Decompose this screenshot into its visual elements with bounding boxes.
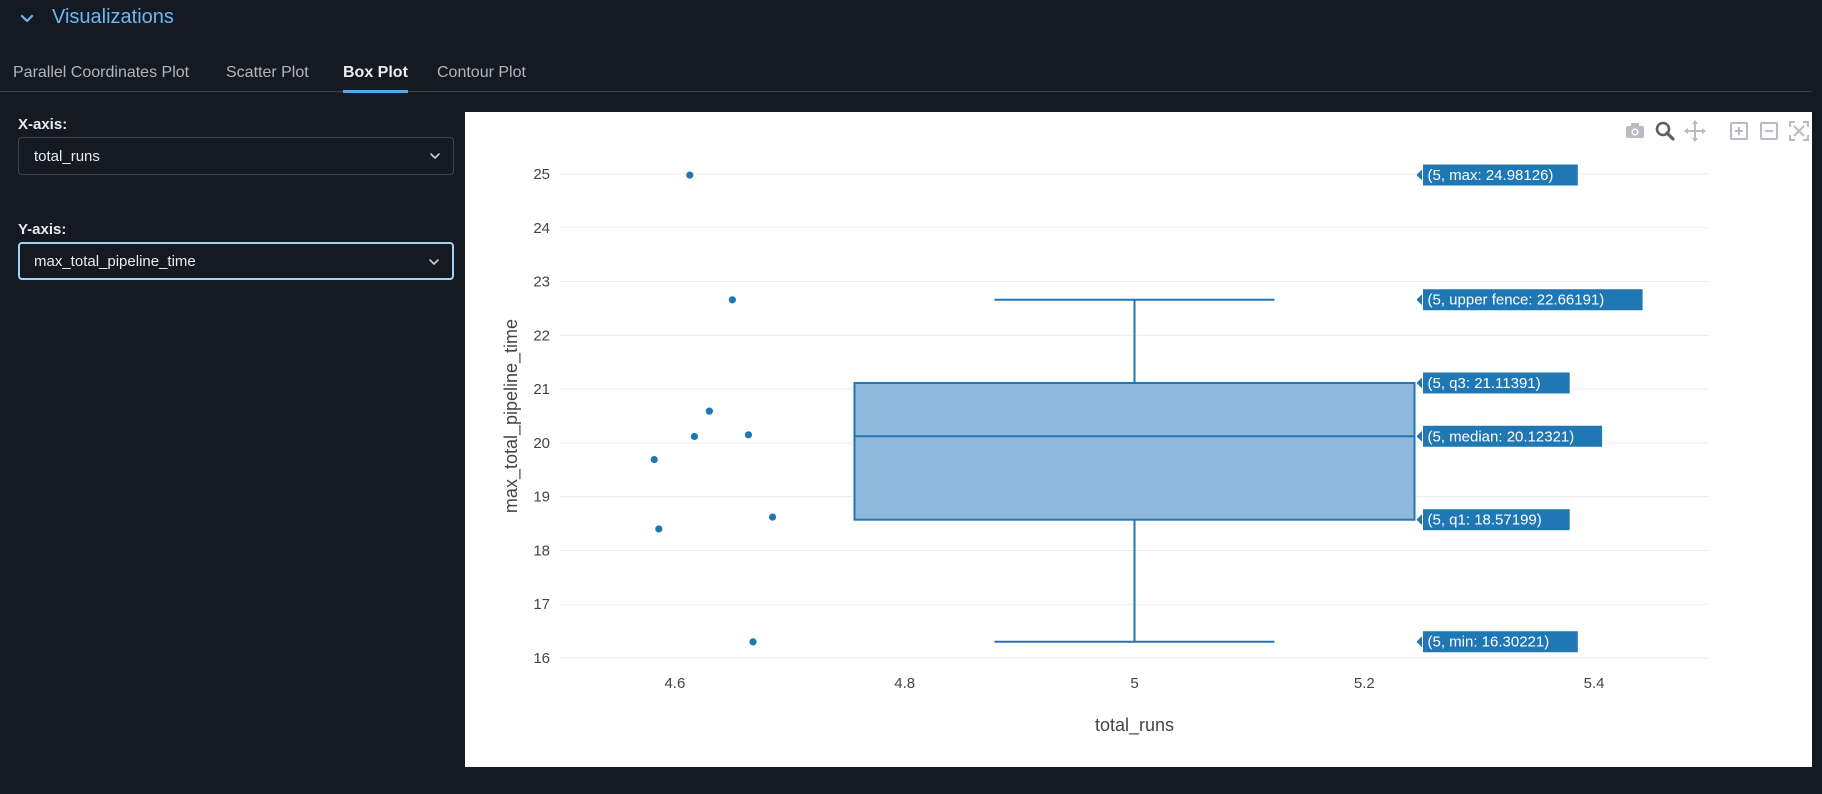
tab-parallel-coordinates-plot[interactable]: Parallel Coordinates Plot — [13, 64, 189, 90]
visualization-tabs: Parallel Coordinates Plot Scatter Plot B… — [0, 56, 1812, 93]
y-axis-title: max_total_pipeline_time — [501, 319, 522, 513]
hover-label-text: (5, upper fence: 22.66191) — [1428, 292, 1605, 309]
zoom-icon[interactable] — [1652, 118, 1678, 144]
hover-label-pointer — [1416, 635, 1423, 648]
section-title: Visualizations — [52, 6, 174, 28]
y-tick-label: 18 — [533, 542, 550, 559]
plot-modebar — [1618, 118, 1812, 144]
hover-label-pointer — [1416, 169, 1423, 182]
hover-label-pointer — [1416, 293, 1423, 306]
box-plot-chart: 16 17 18 19 20 21 22 23 24 25 4.6 4.8 5 5.2 5.4 total_r… — [501, 163, 1709, 736]
camera-icon[interactable] — [1622, 118, 1648, 144]
hover-label-text: (5, median: 20.12321) — [1428, 428, 1575, 445]
y-axis-select-value: max_total_pipeline_time — [34, 253, 196, 270]
y-tick-label: 16 — [533, 650, 550, 667]
x-tick-label: 4.8 — [894, 675, 915, 692]
chevron-down-icon[interactable] — [17, 9, 37, 29]
x-tick-label: 5 — [1130, 675, 1138, 692]
data-point — [690, 432, 699, 441]
visualizations-section-header[interactable]: Visualizations — [0, 0, 1822, 38]
data-point — [705, 407, 713, 415]
box-plot-area[interactable]: 16 17 18 19 20 21 22 23 24 25 4.6 4.8 5 5.2 5.4 total_r… — [465, 112, 1812, 767]
data-point — [744, 431, 753, 439]
x-axis-select-value: total_runs — [34, 148, 100, 165]
data-point — [686, 171, 694, 179]
tab-contour-plot[interactable]: Contour Plot — [437, 64, 526, 90]
x-axis-label: X-axis: — [18, 116, 68, 133]
x-tick-label: 4.6 — [664, 675, 685, 692]
data-point — [768, 513, 777, 521]
pan-icon[interactable] — [1682, 118, 1708, 144]
hover-label-text: (5, min: 16.30221) — [1428, 634, 1550, 651]
y-tick-label: 20 — [533, 435, 550, 452]
y-axis-select[interactable]: max_total_pipeline_time — [18, 242, 454, 280]
y-tick-label: 22 — [533, 327, 550, 344]
hover-label-text: (5, q3: 21.11391) — [1428, 375, 1541, 392]
y-tick-label: 19 — [533, 489, 550, 506]
y-tick-label: 25 — [533, 166, 550, 183]
y-axis-label: Y-axis: — [18, 221, 67, 238]
hover-label-pointer — [1416, 513, 1423, 526]
y-tick-label: 24 — [533, 220, 550, 237]
hover-label-pointer — [1416, 376, 1423, 389]
data-point — [650, 455, 658, 464]
tab-box-plot[interactable]: Box Plot — [343, 64, 408, 93]
data-point — [728, 296, 736, 304]
box-iqr — [853, 381, 1416, 521]
tab-scatter-plot[interactable]: Scatter Plot — [226, 64, 309, 90]
zoom-out-icon[interactable] — [1756, 118, 1782, 144]
x-tick-label: 5.4 — [1584, 675, 1605, 692]
x-tick-label: 5.2 — [1354, 675, 1375, 692]
y-tick-label: 21 — [533, 381, 550, 398]
y-tick-label: 17 — [533, 596, 550, 613]
data-point — [655, 525, 663, 533]
x-axis-title: total_runs — [1095, 715, 1174, 736]
hover-label-text: (5, max: 24.98126) — [1428, 167, 1554, 184]
zoom-in-icon[interactable] — [1726, 118, 1752, 144]
chevron-down-icon — [429, 259, 439, 265]
y-tick-label: 23 — [533, 274, 550, 291]
hover-label-pointer — [1416, 430, 1423, 443]
hover-label-text: (5, q1: 18.57199) — [1428, 512, 1542, 529]
data-point — [749, 638, 757, 646]
chevron-down-icon — [430, 153, 440, 159]
autoscale-icon[interactable] — [1786, 118, 1812, 144]
x-axis-select[interactable]: total_runs — [18, 137, 454, 175]
